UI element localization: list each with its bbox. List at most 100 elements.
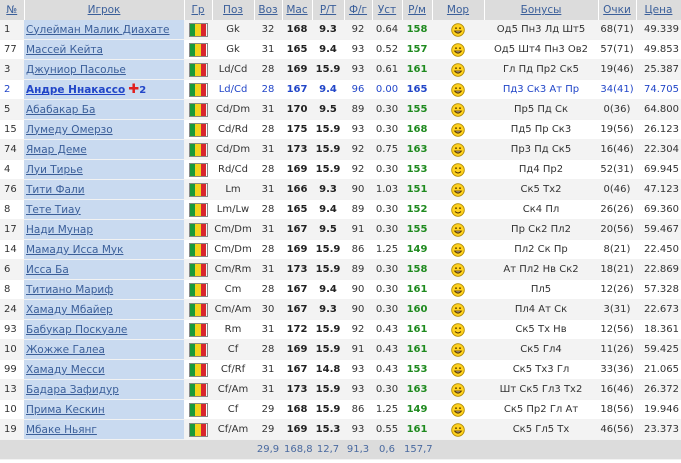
mas: 168 [282, 399, 312, 420]
position: Cf/Am [212, 419, 254, 440]
senegal-flag-icon [188, 42, 208, 57]
rm: 149 [402, 239, 432, 260]
morale-cell [432, 319, 484, 340]
morale-cell [432, 119, 484, 140]
player-number: 14 [0, 239, 24, 260]
player-link[interactable]: Лумеду Омерзо [26, 124, 113, 136]
fg: 92 [344, 139, 372, 160]
bonuses: Гл Пд Пр2 Ск5 [484, 59, 598, 80]
avg-rt: 12,7 [312, 439, 344, 460]
col-header-rt[interactable]: Р/Т [312, 0, 345, 20]
col-header-price[interactable]: Цена [636, 0, 681, 20]
price: 23.373 [636, 419, 681, 440]
position: Cm/Rm [212, 259, 254, 280]
col-header-bonus[interactable]: Бонусы [484, 0, 599, 20]
player-link[interactable]: Мбаке Ньянг [26, 424, 97, 436]
rt: 9.3 [312, 20, 344, 40]
senegal-flag-icon [188, 382, 208, 397]
player-link[interactable]: Тете Тиау [26, 204, 81, 216]
bonuses: Пр Ск2 Пл2 [484, 219, 598, 240]
rm: 153 [402, 159, 432, 180]
player-name-cell: Хамаду Мбайер [24, 299, 184, 320]
player-link[interactable]: Мамаду Исса Мук [26, 244, 123, 256]
col-header-ust[interactable]: Уст [372, 0, 403, 20]
table-row: 5 Абабакар Ба Cd/Dm 31 170 9.5 89 0.30 155 Пр5 Пд… [0, 99, 681, 120]
player-link[interactable]: Титиано Мариф [26, 284, 113, 296]
player-link[interactable]: Тити Фали [26, 184, 85, 196]
fg: 90 [344, 299, 372, 320]
price: 57.328 [636, 279, 681, 300]
price: 18.361 [636, 319, 681, 340]
col-header-age[interactable]: Воз [254, 0, 283, 20]
players-table: № Игрок Гр Поз Воз Мас Р/Т Ф/г Уст Р/м М… [0, 0, 681, 460]
col-header-pos[interactable]: Поз [212, 0, 255, 20]
player-link[interactable]: Джуниор Пасолье [26, 64, 126, 76]
table-row: 15 Лумеду Омерзо Cd/Rd 28 175 15.9 93 0.30 168 Пд… [0, 119, 681, 140]
bonuses: Пл5 [484, 279, 598, 300]
player-link[interactable]: Бабукар Поскуале [26, 324, 127, 336]
morale-smiley-icon [451, 182, 465, 197]
player-link[interactable]: Хамаду Мбайер [26, 304, 113, 316]
col-header-points[interactable]: Очки [598, 0, 637, 20]
position: Lm [212, 179, 254, 200]
player-name-cell: Сулейман Малик Диахате [24, 20, 184, 40]
player-link[interactable]: Исса Ба [26, 264, 69, 276]
player-link[interactable]: Жожже Галеа [26, 344, 105, 356]
rm: 168 [402, 119, 432, 140]
price: 26.123 [636, 119, 681, 140]
col-header-country[interactable]: Гр [184, 0, 213, 20]
rt: 15.9 [312, 119, 344, 140]
age: 31 [254, 39, 282, 60]
points: 26(26) [598, 199, 636, 220]
position: Ld/Cd [212, 79, 254, 100]
fg: 93 [344, 119, 372, 140]
points: 0(36) [598, 99, 636, 120]
player-link[interactable]: Андре Ннакассо [26, 84, 125, 96]
morale-smiley-icon [451, 422, 465, 437]
player-link[interactable]: Массей Кейта [26, 44, 103, 56]
senegal-flag-icon [188, 22, 208, 37]
bonuses: Ск5 Гл5 Тх [484, 419, 598, 440]
col-header-mas[interactable]: Мас [282, 0, 313, 20]
ust: 0.43 [372, 319, 402, 340]
player-name-cell: Абабакар Ба [24, 99, 184, 120]
player-link[interactable]: Хамаду Месси [26, 364, 105, 376]
table-row: 8 Тете Тиау Lm/Lw 28 165 9.4 89 0.30 152 Ск4 Пл 26… [0, 199, 681, 220]
col-header-fg[interactable]: Ф/г [344, 0, 373, 20]
player-link[interactable]: Бадара Зафидур [26, 384, 119, 396]
col-header-player[interactable]: Игрок [24, 0, 185, 20]
points: 19(56) [598, 119, 636, 140]
senegal-flag-icon [188, 202, 208, 217]
avg-age: 29,9 [254, 439, 282, 460]
player-link[interactable]: Нади Мунар [26, 224, 93, 236]
price: 69.945 [636, 159, 681, 180]
player-link[interactable]: Абабакар Ба [26, 104, 95, 116]
morale-cell [432, 359, 484, 380]
table-row: 74 Ямар Деме Cd/Dm 31 173 15.9 92 0.75 163 Пр3 Пд… [0, 139, 681, 160]
col-header-rm[interactable]: Р/м [402, 0, 433, 20]
rm: 151 [402, 179, 432, 200]
player-link[interactable]: Луи Тирье [26, 164, 83, 176]
col-header-mor[interactable]: Мор [432, 0, 485, 20]
rt: 15.9 [312, 239, 344, 260]
player-name-cell: Титиано Мариф [24, 279, 184, 300]
position: Ld/Cd [212, 59, 254, 80]
table-row: 13 Бадара Зафидур Cf/Am 31 173 15.9 93 0.30 163 Ш… [0, 379, 681, 400]
player-number: 6 [0, 259, 24, 280]
col-header-num[interactable]: № [0, 0, 25, 20]
points: 3(31) [598, 299, 636, 320]
player-number: 8 [0, 279, 24, 300]
player-link[interactable]: Сулейман Малик Диахате [26, 24, 170, 36]
senegal-flag-icon [188, 362, 208, 377]
table-row: 6 Исса Ба Cm/Rm 31 173 15.9 89 0.30 158 Ат Пл2 Нв… [0, 259, 681, 280]
age: 28 [254, 59, 282, 80]
bonuses: Од5 Пн3 Лд Шт5 [484, 20, 598, 40]
player-link[interactable]: Ямар Деме [26, 144, 87, 156]
player-link[interactable]: Прима Кескин [26, 404, 105, 416]
fg: 93 [344, 379, 372, 400]
price: 59.425 [636, 339, 681, 360]
mas: 170 [282, 99, 312, 120]
player-name-cell: Прима Кескин [24, 399, 184, 420]
mas: 169 [282, 159, 312, 180]
rt: 9.3 [312, 179, 344, 200]
